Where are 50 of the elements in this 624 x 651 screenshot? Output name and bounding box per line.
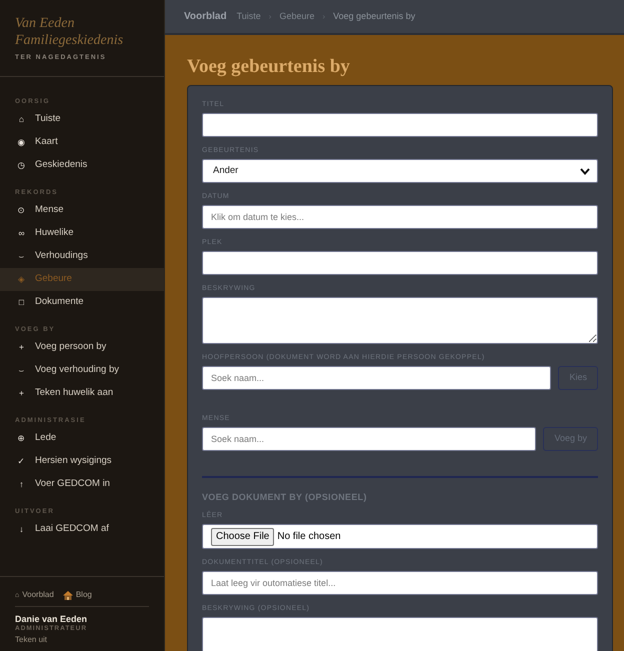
clock-icon: ◷ [17, 160, 26, 170]
circled-cross-icon: ⊕ [17, 434, 26, 442]
text-area[interactable] [202, 297, 598, 344]
text-field[interactable] [202, 113, 598, 137]
sidebar-item[interactable]: ↓ Laai GEDCOM af [0, 518, 164, 540]
sidebar-item[interactable]: ↑ Voer GEDCOM in [0, 472, 164, 496]
choose-file-button[interactable]: Choose File [211, 528, 274, 546]
arrow-down-icon: ↓ [17, 524, 26, 534]
text-field[interactable] [202, 251, 598, 275]
sidebar-item[interactable]: ✓ Hersien wysigings [0, 450, 164, 472]
footer-link[interactable]: Blog [62, 590, 92, 600]
infinity-icon: ∞ [17, 228, 26, 238]
bullseye-icon: ◉ [17, 138, 26, 146]
breadcrumb-current: Voeg gebeurtenis by [333, 10, 416, 23]
sidebar-item[interactable]: ◷ Geskiedenis [0, 154, 164, 176]
chevron-down-icon [580, 168, 590, 174]
plus-icon: + [17, 342, 26, 352]
file-status-text: No file chosen [277, 530, 341, 544]
sidebar-item[interactable]: ⌣ Voeg verhouding by [0, 358, 164, 382]
check-icon: ✓ [17, 456, 26, 466]
file-field[interactable]: Choose File No file chosen [202, 524, 598, 549]
sidebar-item[interactable]: ∞ Huwelike [0, 222, 164, 244]
text-field[interactable]: Laat leeg vir outomatiese titel... [202, 571, 598, 595]
sidebar-item[interactable]: + Teken huwelik aan [0, 382, 164, 404]
sidebar-item[interactable]: □ Dokumente [0, 290, 164, 314]
dropdown[interactable]: Ander [202, 159, 598, 183]
text-field[interactable]: Klik om datum te kies... [202, 205, 598, 229]
sidebar-item[interactable]: ⊙ Mense [0, 198, 164, 222]
breadcrumb-separator: › [268, 10, 272, 22]
curve-icon: ⌣ [17, 252, 26, 260]
plus-icon: + [17, 388, 26, 398]
text-area[interactable] [202, 617, 598, 651]
page-title: Voeg gebeurtenis by [187, 55, 351, 79]
home-icon: ⌂ [17, 114, 26, 124]
diamond-icon: ◈ [17, 274, 26, 284]
sidebar-item[interactable]: ⌂ Tuiste [0, 108, 164, 130]
square-icon: □ [17, 298, 26, 306]
sidebar-item[interactable]: ◉ Kaart [0, 130, 164, 154]
circle-dot-icon: ⊙ [17, 206, 26, 214]
breadcrumb-separator: › [322, 10, 326, 22]
sidebar-item[interactable]: ⊕ Lede [0, 426, 164, 450]
sidebar-item[interactable]: + Voeg persoon by [0, 336, 164, 358]
arrow-up-icon: ↑ [17, 480, 26, 488]
logout-link[interactable]: Teken uit [15, 635, 48, 645]
sidebar-item[interactable]: ⌣ Verhoudings [0, 244, 164, 268]
house-icon [62, 590, 73, 600]
breadcrumb-home-link[interactable]: Voorblad [184, 9, 227, 24]
user-name: Danie van Eeden [15, 614, 88, 625]
site-title: Van Eeden Familiegeskiedenis [15, 15, 124, 49]
curve-icon: ⌣ [17, 366, 26, 374]
